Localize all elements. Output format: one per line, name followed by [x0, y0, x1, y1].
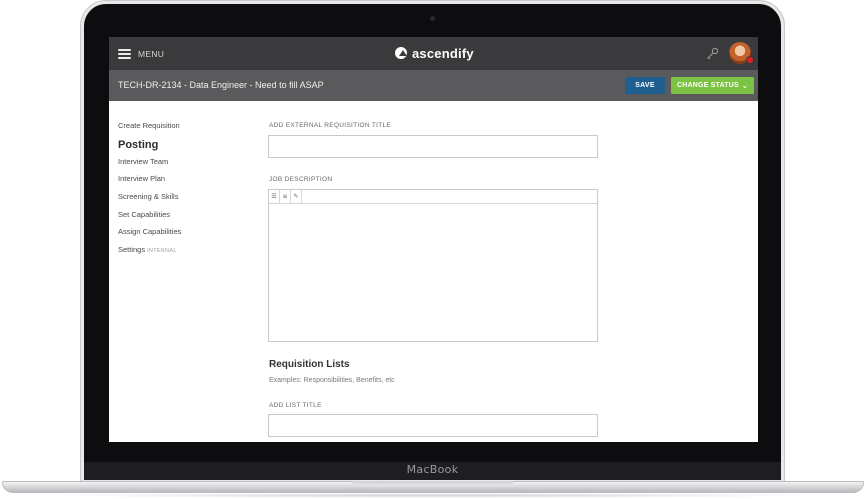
- link-icon[interactable]: ✎: [291, 190, 302, 203]
- key-icon[interactable]: [705, 47, 719, 61]
- app-logo[interactable]: ascendify: [395, 45, 474, 61]
- device-brand-label: MacBook: [406, 463, 459, 476]
- camera-icon: [430, 16, 435, 21]
- sidebar-item-settings-label: Settings: [118, 245, 146, 255]
- notification-badge: [746, 56, 754, 64]
- change-status-button[interactable]: CHANGE STATUS ⌄: [671, 77, 754, 94]
- job-description-label: JOB DESCRIPTION: [269, 176, 333, 183]
- chevron-down-icon: ⌄: [741, 82, 748, 90]
- list-title-input[interactable]: [268, 414, 598, 437]
- menu-label[interactable]: MENU: [138, 49, 164, 59]
- laptop-shadow: [40, 493, 826, 498]
- sidebar-item-screening-skills[interactable]: Screening & Skills: [118, 192, 238, 210]
- sidebar-item-settings[interactable]: Settings INTERNAL: [118, 245, 238, 263]
- logo-text: ascendify: [412, 45, 474, 61]
- editor-toolbar: ☰ ≡ ✎: [269, 190, 597, 204]
- external-title-label: ADD EXTERNAL REQUISITION TITLE: [269, 122, 392, 129]
- list-title-label: ADD LIST TITLE: [269, 402, 322, 409]
- sidebar-item-interview-team[interactable]: Interview Team: [118, 157, 238, 175]
- job-description-textarea[interactable]: [269, 204, 597, 341]
- job-description-editor[interactable]: ☰ ≡ ✎: [268, 189, 598, 342]
- requisition-sidebar: Create Requisition Posting Interview Tea…: [118, 121, 238, 263]
- hamburger-menu-icon[interactable]: [118, 49, 131, 59]
- external-title-input[interactable]: [268, 135, 598, 158]
- requisition-header-bar: TECH-DR-2134 - Data Engineer - Need to f…: [109, 70, 758, 101]
- sidebar-item-posting[interactable]: Posting: [118, 139, 238, 157]
- internal-tag: INTERNAL: [147, 248, 177, 255]
- top-navigation-bar: MENU ascendify: [109, 37, 758, 70]
- sidebar-item-interview-plan[interactable]: Interview Plan: [118, 174, 238, 192]
- sidebar-item-set-capabilities[interactable]: Set Capabilities: [118, 210, 238, 228]
- laptop-base-notch: [352, 481, 514, 486]
- save-button[interactable]: SAVE: [625, 77, 665, 94]
- requisition-lists-subtext: Examples: Responsibilities, Benefits, et…: [269, 377, 395, 384]
- bulleted-list-icon[interactable]: ☰: [269, 190, 280, 203]
- numbered-list-icon[interactable]: ≡: [280, 190, 291, 203]
- requisition-title: TECH-DR-2134 - Data Engineer - Need to f…: [118, 80, 324, 90]
- change-status-label: CHANGE STATUS: [677, 82, 739, 89]
- requisition-lists-heading: Requisition Lists: [269, 359, 350, 370]
- sidebar-item-create-requisition[interactable]: Create Requisition: [118, 121, 238, 139]
- app-screen: MENU ascendify TECH-DR-2134 - Data Engin…: [109, 37, 758, 442]
- sidebar-item-assign-capabilities[interactable]: Assign Capabilities: [118, 227, 238, 245]
- ascendify-logo-icon: [395, 47, 407, 59]
